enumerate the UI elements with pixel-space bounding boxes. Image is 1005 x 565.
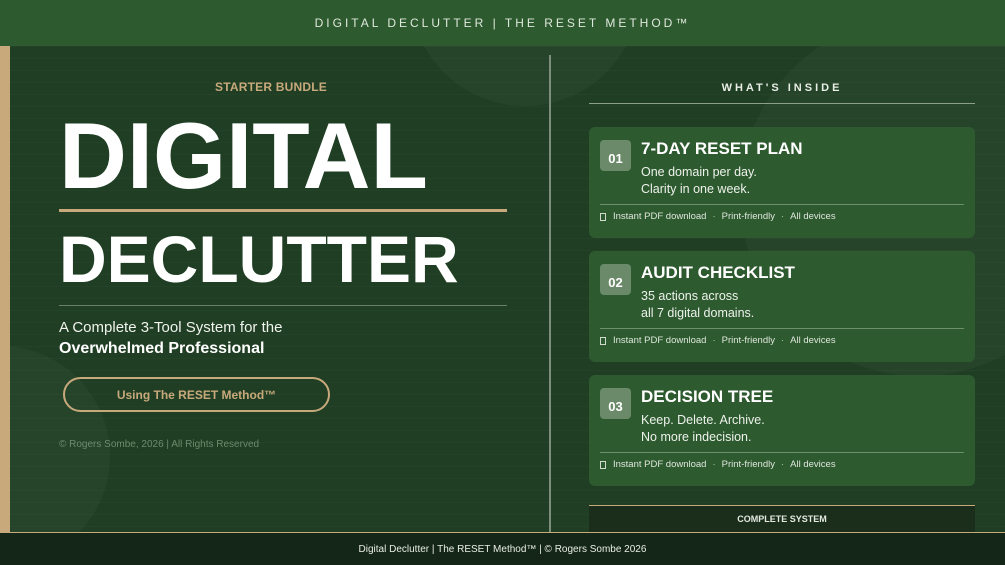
reset-method-button[interactable]: Using The RESET Method™ [63, 377, 330, 412]
card-number-badge: 03 [600, 388, 631, 419]
meta-pdf: Instant PDF download [613, 211, 707, 222]
card-number-badge: 02 [600, 264, 631, 295]
card-description-line: No more indecision. [641, 430, 752, 444]
meta-pdf: Instant PDF download [613, 459, 707, 470]
banner-title: DIGITAL DECLUTTER | THE RESET METHOD™ [314, 16, 691, 30]
card-meta: Instant PDF download · Print-friendly · … [600, 335, 836, 346]
meta-separator: · [780, 335, 785, 346]
meta-separator: · [712, 459, 716, 470]
heading-divider [589, 103, 975, 104]
meta-devices: All devices [790, 459, 836, 470]
complete-system-tab[interactable]: COMPLETE SYSTEM [589, 505, 975, 532]
card-divider [600, 204, 964, 205]
title-divider [59, 209, 507, 212]
whats-inside-heading: WHAT'S INSIDE [721, 82, 843, 94]
document-icon [600, 337, 606, 345]
card-meta: Instant PDF download · Print-friendly · … [600, 459, 836, 470]
meta-devices: All devices [790, 211, 836, 222]
top-banner: DIGITAL DECLUTTER | THE RESET METHOD™ [0, 0, 1005, 46]
product-card-decision-tree[interactable]: 03 DECISION TREE Keep. Delete. Archive. … [589, 375, 975, 486]
card-description: Keep. Delete. Archive. No more indecisio… [641, 412, 961, 446]
meta-separator: · [780, 211, 785, 222]
meta-print: Print-friendly [721, 335, 775, 346]
card-description: 35 actions across all 7 digital domains. [641, 288, 961, 322]
product-card-reset-plan[interactable]: 01 7-DAY RESET PLAN One domain per day. … [589, 127, 975, 238]
card-description-line: Keep. Delete. Archive. [641, 413, 765, 427]
card-description-line: 35 actions across [641, 289, 739, 303]
meta-separator: · [780, 459, 785, 470]
hero-title-line2: DECLUTTER [59, 222, 459, 296]
column-divider [549, 55, 551, 532]
left-accent-strip [0, 46, 10, 532]
card-number-badge: 01 [600, 140, 631, 171]
subtitle-divider [59, 305, 507, 306]
card-title: AUDIT CHECKLIST [641, 263, 795, 282]
bundle-label: STARTER BUNDLE [215, 80, 327, 94]
document-icon [600, 461, 606, 469]
hero-title-line1: DIGITAL [59, 103, 428, 208]
card-description-line: all 7 digital domains. [641, 306, 755, 320]
card-title: DECISION TREE [641, 387, 774, 406]
card-description-line: One domain per day. [641, 165, 757, 179]
meta-separator: · [712, 211, 716, 222]
hero-subtitle-emphasis: Overwhelmed Professional [59, 340, 265, 357]
card-title: 7-DAY RESET PLAN [641, 139, 803, 158]
meta-print: Print-friendly [721, 459, 775, 470]
card-meta: Instant PDF download · Print-friendly · … [600, 211, 836, 222]
meta-separator: · [712, 335, 716, 346]
product-card-audit-checklist[interactable]: 02 AUDIT CHECKLIST 35 actions across all… [589, 251, 975, 362]
meta-devices: All devices [790, 335, 836, 346]
card-description-line: Clarity in one week. [641, 182, 751, 196]
card-divider [600, 452, 964, 453]
meta-pdf: Instant PDF download [613, 335, 707, 346]
meta-print: Print-friendly [721, 211, 775, 222]
document-icon [600, 213, 606, 221]
contents-panel: WHAT'S INSIDE 01 7-DAY RESET PLAN One do… [589, 46, 975, 532]
card-divider [600, 328, 964, 329]
footer-text: Digital Declutter | The RESET Method™ | … [358, 543, 647, 555]
hero-subtitle: A Complete 3-Tool System for the [59, 319, 283, 336]
copyright-text: © Rogers Sombe, 2026 | All Rights Reserv… [59, 439, 260, 450]
footer-bar: Digital Declutter | The RESET Method™ | … [0, 532, 1005, 565]
card-description: One domain per day. Clarity in one week. [641, 164, 961, 198]
hero-panel: STARTER BUNDLE DIGITAL DECLUTTER A Compl… [59, 46, 509, 532]
